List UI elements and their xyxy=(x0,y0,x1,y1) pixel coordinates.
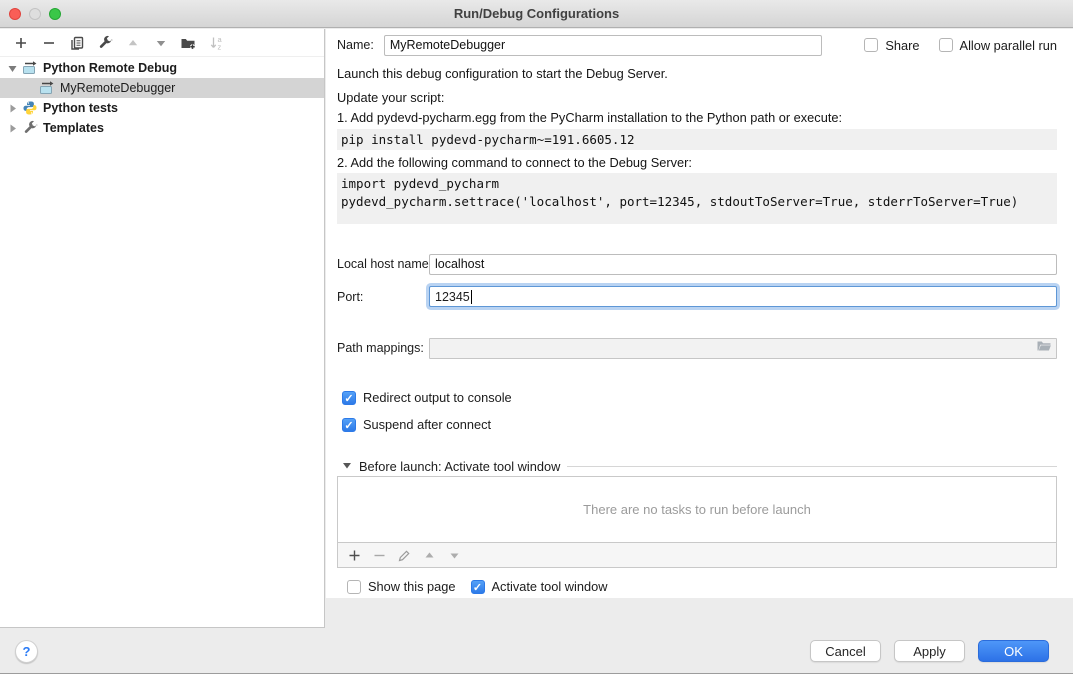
edit-icon xyxy=(396,547,412,563)
templates-wrench-icon xyxy=(22,120,38,136)
before-launch-toolbar xyxy=(337,543,1057,568)
instruction-intro: Launch this debug configuration to start… xyxy=(337,66,1057,81)
suspend-after-connect-checkbox-group[interactable]: Suspend after connect xyxy=(342,417,1057,432)
suspend-after-connect-label: Suspend after connect xyxy=(363,417,491,432)
remove-icon[interactable] xyxy=(40,34,57,51)
svg-text:z: z xyxy=(217,42,221,51)
window-title: Run/Debug Configurations xyxy=(0,0,1073,27)
copy-icon[interactable] xyxy=(68,34,85,51)
path-mappings-label: Path mappings: xyxy=(337,341,429,355)
path-mappings-row: Path mappings: xyxy=(337,337,1057,359)
sidebar-toolbar: az xyxy=(0,29,324,57)
local-host-row: Local host name: xyxy=(337,253,1057,275)
configurations-sidebar: az Python Remote Debug MyRemoteDebugger xyxy=(0,29,325,628)
traffic-lights xyxy=(9,8,61,20)
ok-button[interactable]: OK xyxy=(978,640,1049,662)
before-launch-task-list[interactable]: There are no tasks to run before launch xyxy=(337,476,1057,543)
cancel-button[interactable]: Cancel xyxy=(810,640,881,662)
chevron-down-icon[interactable] xyxy=(342,457,352,475)
help-button[interactable]: ? xyxy=(15,640,38,663)
allow-parallel-run-label: Allow parallel run xyxy=(960,38,1057,53)
name-input[interactable] xyxy=(384,35,822,56)
redirect-output-label: Redirect output to console xyxy=(363,390,512,405)
tree-item-label: Python Remote Debug xyxy=(43,61,177,75)
edit-templates-icon[interactable] xyxy=(96,34,113,51)
allow-parallel-run-checkbox-group[interactable]: Allow parallel run xyxy=(939,38,1057,53)
share-checkbox[interactable] xyxy=(864,38,878,52)
activate-tool-window-label: Activate tool window xyxy=(492,579,608,594)
instruction-update: Update your script: xyxy=(337,90,1057,105)
port-row: Port: 12345 xyxy=(337,285,1057,308)
remote-debug-icon xyxy=(22,60,38,76)
add-icon[interactable] xyxy=(12,34,29,51)
instruction-step1: 1. Add pydevd-pycharm.egg from the PyCha… xyxy=(337,110,1057,125)
chevron-down-icon[interactable] xyxy=(6,63,18,74)
tree-item-label: Templates xyxy=(43,121,104,135)
sort-alphabetically-icon: az xyxy=(208,34,225,51)
zoom-button[interactable] xyxy=(49,8,61,20)
suspend-after-connect-checkbox[interactable] xyxy=(342,418,356,432)
port-label: Port: xyxy=(337,290,429,304)
code-line: import pydevd_pycharm xyxy=(341,175,1057,193)
close-button[interactable] xyxy=(9,8,21,20)
run-debug-configurations-dialog: Run/Debug Configurations az xyxy=(0,0,1073,674)
port-value: 12345 xyxy=(435,290,470,304)
divider xyxy=(567,466,1057,467)
dialog-buttons: Cancel Apply OK xyxy=(810,640,1049,662)
apply-button[interactable]: Apply xyxy=(894,640,965,662)
before-launch-header[interactable]: Before launch: Activate tool window xyxy=(342,457,1057,475)
name-row: Name: Share Allow parallel run xyxy=(337,34,1057,56)
instruction-step2: 2. Add the following command to connect … xyxy=(337,155,1057,170)
settrace-code: import pydevd_pycharmpydevd_pycharm.sett… xyxy=(337,173,1057,224)
code-line: pydevd_pycharm.settrace('localhost', por… xyxy=(341,193,1057,211)
show-this-page-checkbox[interactable] xyxy=(347,580,361,594)
redirect-output-checkbox-group[interactable]: Redirect output to console xyxy=(342,390,1057,405)
tree-item-label: MyRemoteDebugger xyxy=(60,81,175,95)
show-this-page-label: Show this page xyxy=(368,579,456,594)
title-bar[interactable]: Run/Debug Configurations xyxy=(0,0,1073,28)
local-host-label: Local host name: xyxy=(337,257,429,271)
redirect-output-checkbox[interactable] xyxy=(342,391,356,405)
tree-item-python-remote-debug[interactable]: Python Remote Debug xyxy=(0,58,324,78)
pip-install-code: pip install pydevd-pycharm~=191.6605.12 xyxy=(337,129,1057,150)
configuration-editor: Name: Share Allow parallel run Launch th… xyxy=(326,29,1073,598)
move-down-icon[interactable] xyxy=(152,34,169,51)
name-label: Name: xyxy=(337,38,374,52)
path-mappings-input[interactable] xyxy=(429,338,1057,359)
minimize-button xyxy=(29,8,41,20)
share-checkbox-group[interactable]: Share xyxy=(864,38,919,53)
move-up-icon xyxy=(421,547,437,563)
local-host-input[interactable] xyxy=(429,254,1057,275)
chevron-right-icon[interactable] xyxy=(6,123,18,134)
tree-item-python-tests[interactable]: Python tests xyxy=(0,98,324,118)
empty-tasks-message: There are no tasks to run before launch xyxy=(583,502,811,517)
port-input[interactable]: 12345 xyxy=(429,286,1057,307)
chevron-right-icon[interactable] xyxy=(6,103,18,114)
open-folder-icon[interactable] xyxy=(1036,339,1052,358)
move-down-icon xyxy=(446,547,462,563)
text-cursor xyxy=(471,290,472,304)
share-label: Share xyxy=(885,38,919,53)
tree-item-templates[interactable]: Templates xyxy=(0,118,324,138)
page-options-row: Show this page Activate tool window xyxy=(347,579,1057,594)
configurations-tree: Python Remote Debug MyRemoteDebugger Pyt… xyxy=(0,57,324,138)
python-icon xyxy=(22,100,38,116)
new-folder-icon[interactable] xyxy=(180,34,197,51)
activate-tool-window-checkbox[interactable] xyxy=(471,580,485,594)
move-up-icon xyxy=(124,34,141,51)
show-this-page-checkbox-group[interactable]: Show this page xyxy=(347,579,456,594)
remote-debug-icon xyxy=(39,80,55,96)
add-icon[interactable] xyxy=(346,547,362,563)
remove-icon xyxy=(371,547,387,563)
tree-item-myremotedebugger[interactable]: MyRemoteDebugger xyxy=(0,78,324,98)
tree-item-label: Python tests xyxy=(43,101,118,115)
allow-parallel-run-checkbox[interactable] xyxy=(939,38,953,52)
before-launch-title: Before launch: Activate tool window xyxy=(359,459,560,474)
activate-tool-window-checkbox-group[interactable]: Activate tool window xyxy=(471,579,608,594)
